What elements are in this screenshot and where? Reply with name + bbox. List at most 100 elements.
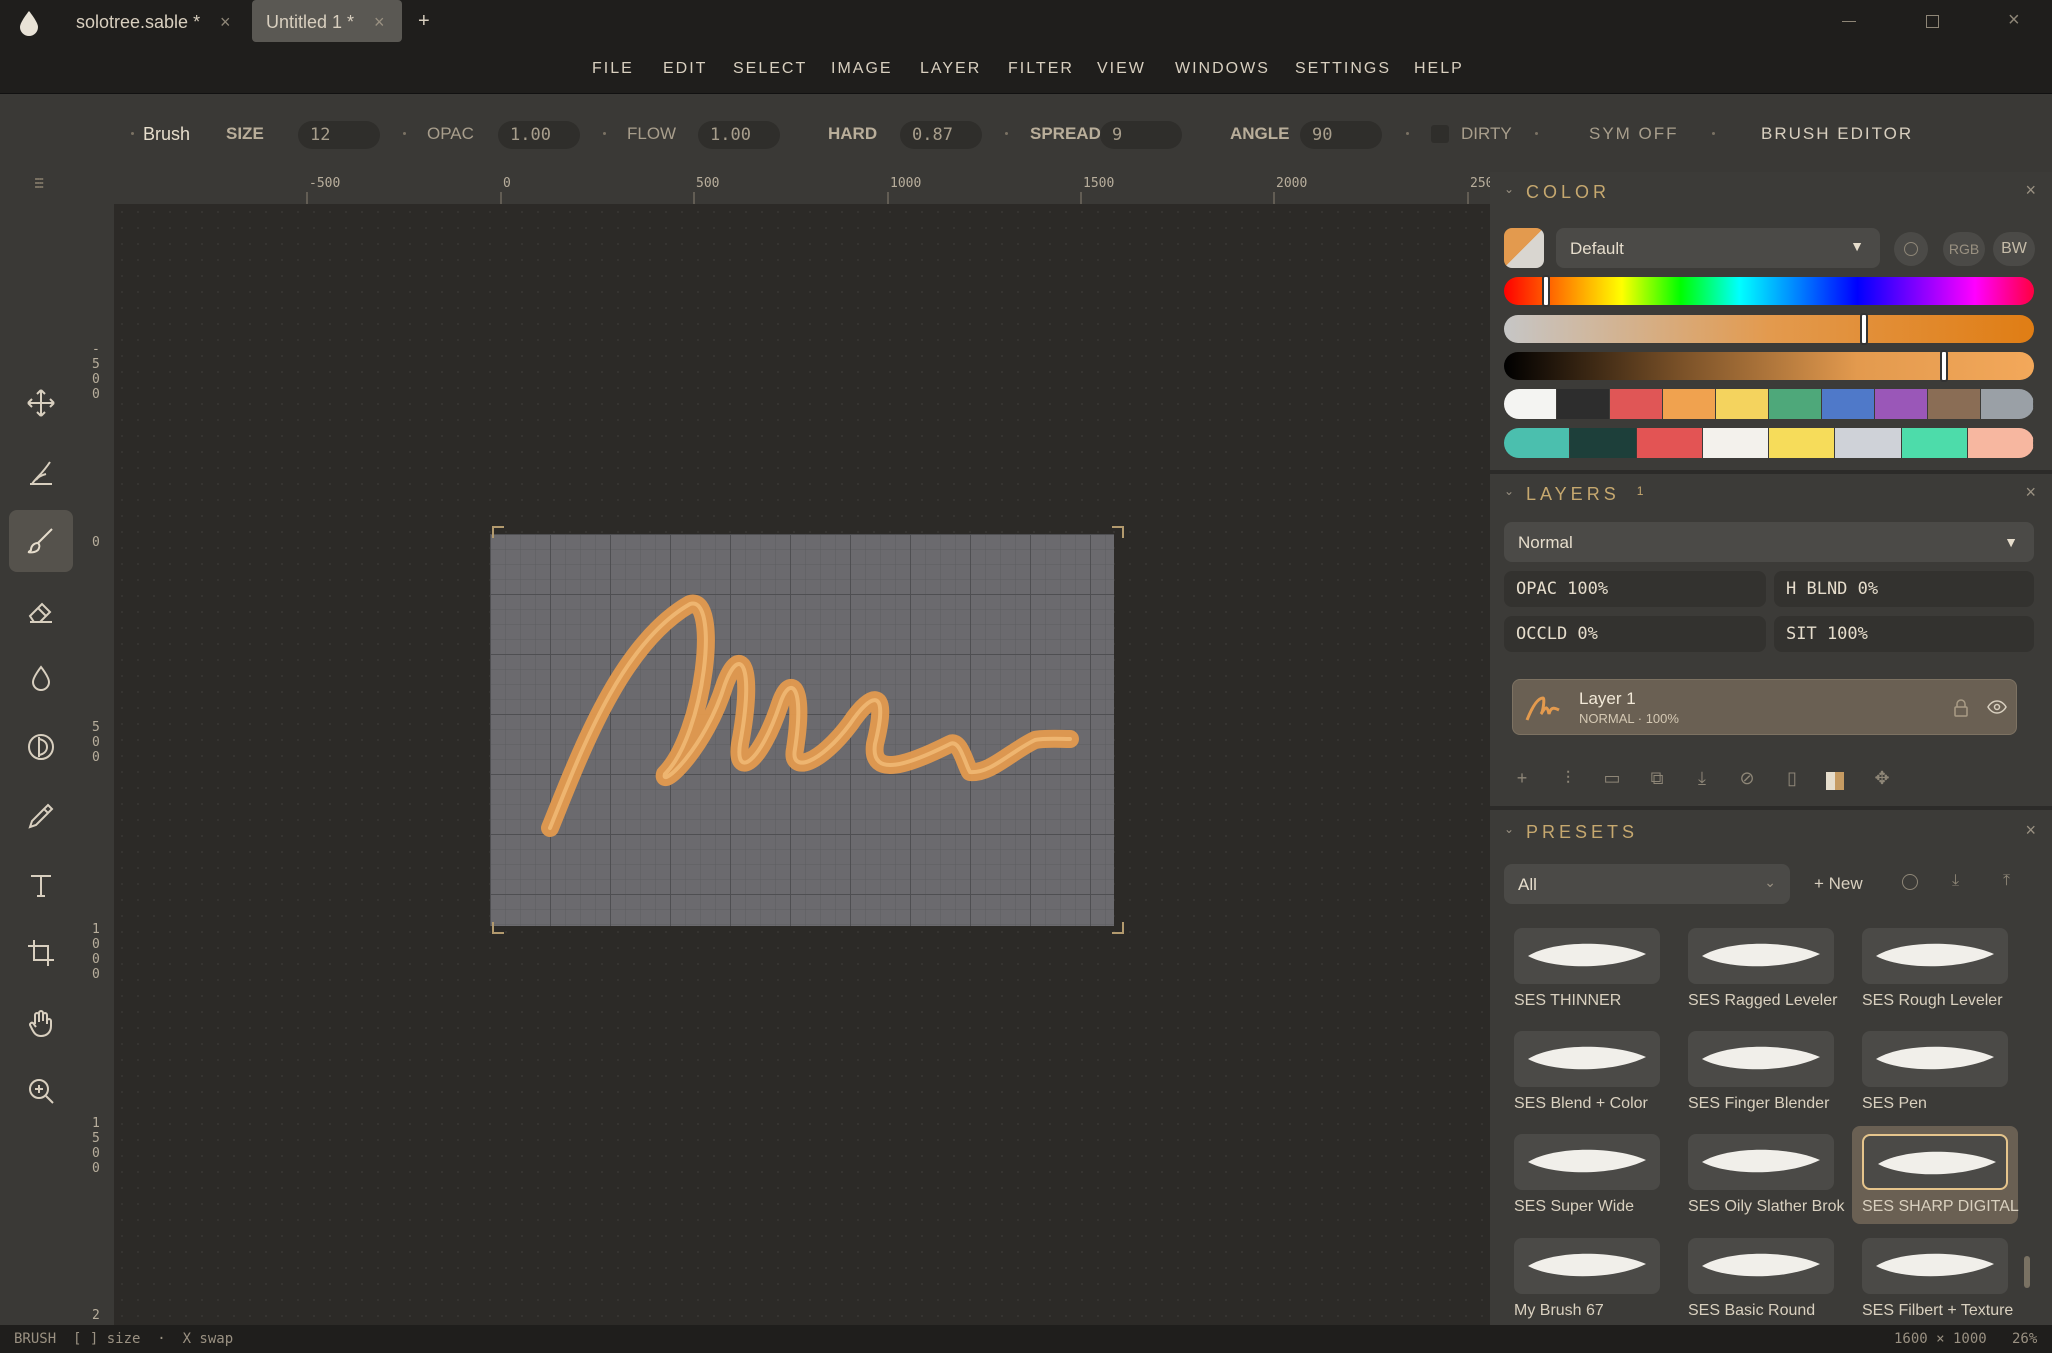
saturation-slider[interactable] bbox=[1504, 313, 2034, 345]
preset-item[interactable]: My Brush 67 bbox=[1514, 1238, 1674, 1338]
value-slider[interactable] bbox=[1504, 350, 2034, 382]
lock-icon[interactable] bbox=[1953, 699, 1969, 717]
clear-icon[interactable]: ⊘ bbox=[1735, 768, 1759, 792]
preset-item[interactable]: SES Finger Blender bbox=[1688, 1031, 1848, 1131]
rgb-mode-button[interactable]: RGB bbox=[1943, 232, 1985, 266]
scrollbar[interactable] bbox=[2024, 1256, 2030, 1288]
presets-panel-header[interactable]: ⌄ PRESETS × bbox=[1490, 812, 2052, 852]
angle-input[interactable]: 90 bbox=[1300, 121, 1382, 149]
alpha-lock-icon[interactable] bbox=[1826, 772, 1844, 790]
slider-handle[interactable] bbox=[1542, 275, 1551, 307]
close-icon[interactable]: × bbox=[374, 12, 385, 33]
color-panel-header[interactable]: ⌄ COLOR × bbox=[1490, 172, 2052, 212]
preset-item[interactable]: SES Rough Leveler bbox=[1862, 928, 2022, 1028]
new-preset-button[interactable]: + New bbox=[1814, 874, 1863, 894]
hue-slider[interactable] bbox=[1504, 275, 2034, 307]
blend-mode-select[interactable]: Normal ▼ bbox=[1504, 522, 2034, 562]
tool-move[interactable] bbox=[9, 372, 73, 434]
menu-edit[interactable]: EDIT bbox=[663, 60, 707, 78]
tool-fill[interactable] bbox=[9, 648, 73, 710]
menu-select[interactable]: SELECT bbox=[733, 60, 807, 78]
color-swatch[interactable] bbox=[1504, 428, 1571, 458]
close-icon[interactable]: × bbox=[220, 12, 231, 33]
color-swatch[interactable] bbox=[1557, 389, 1610, 419]
color-swatch[interactable] bbox=[1928, 389, 1981, 419]
layer-row[interactable]: Layer 1 NORMAL · 100% bbox=[1512, 679, 2017, 735]
preset-item[interactable]: SES Pen bbox=[1862, 1031, 2022, 1131]
color-swatch[interactable] bbox=[1901, 428, 1968, 458]
search-icon[interactable] bbox=[1902, 874, 1918, 890]
tool-smudge[interactable] bbox=[9, 442, 73, 504]
color-swatch[interactable] bbox=[1875, 389, 1928, 419]
tool-eraser[interactable] bbox=[9, 580, 73, 642]
color-swatch[interactable] bbox=[1702, 428, 1769, 458]
color-wheel-button[interactable] bbox=[1894, 232, 1928, 266]
color-swatch[interactable] bbox=[1504, 389, 1557, 419]
layer-opacity-field[interactable]: OPAC 100% bbox=[1504, 571, 1766, 607]
primary-color-swatch[interactable] bbox=[1504, 228, 1544, 268]
preset-item[interactable]: SES Basic Round bbox=[1688, 1238, 1848, 1338]
tool-text[interactable] bbox=[9, 854, 73, 916]
trash-icon[interactable]: ▯ bbox=[1780, 768, 1804, 792]
preset-item[interactable]: SES SHARP DIGITAL bbox=[1852, 1126, 2022, 1234]
menu-settings[interactable]: SETTINGS bbox=[1295, 60, 1391, 78]
color-swatch[interactable] bbox=[1769, 428, 1836, 458]
tool-dodge[interactable] bbox=[9, 716, 73, 778]
palette-select[interactable]: Default ▼ bbox=[1556, 228, 1880, 268]
dirty-checkbox[interactable] bbox=[1431, 125, 1449, 143]
slider-handle[interactable] bbox=[1939, 350, 1948, 382]
menu-windows[interactable]: WINDOWS bbox=[1175, 60, 1270, 78]
flow-input[interactable]: 1.00 bbox=[698, 121, 780, 149]
color-swatch[interactable] bbox=[1822, 389, 1875, 419]
menu-layer[interactable]: LAYER bbox=[920, 60, 981, 78]
canvas-viewport[interactable] bbox=[114, 204, 1490, 1325]
adjustments-icon[interactable]: ⫶ bbox=[1556, 768, 1580, 792]
tool-zoom[interactable] bbox=[9, 1060, 73, 1122]
menu-image[interactable]: IMAGE bbox=[831, 60, 893, 78]
move-layer-icon[interactable]: ✥ bbox=[1870, 768, 1894, 792]
opac-input[interactable]: 1.00 bbox=[498, 121, 580, 149]
close-icon[interactable]: × bbox=[2025, 482, 2040, 503]
tool-hand[interactable] bbox=[9, 992, 73, 1054]
color-swatch[interactable] bbox=[1716, 389, 1769, 419]
hard-input[interactable]: 0.87 bbox=[900, 121, 982, 149]
document-canvas[interactable] bbox=[490, 534, 1114, 926]
color-swatch[interactable] bbox=[1663, 389, 1716, 419]
brush-editor-button[interactable]: BRUSH EDITOR bbox=[1761, 124, 1913, 144]
preset-item[interactable]: SES Filbert + Texture bbox=[1862, 1238, 2022, 1338]
tab-solotree[interactable]: solotree.sable * × bbox=[62, 0, 242, 42]
preset-item[interactable]: SES Super Wide bbox=[1514, 1134, 1674, 1234]
window-close-icon[interactable]: × bbox=[2008, 9, 2020, 32]
add-layer-icon[interactable]: + bbox=[1510, 768, 1534, 792]
minimize-icon[interactable] bbox=[1842, 21, 1856, 22]
color-swatch[interactable] bbox=[1570, 428, 1637, 458]
color-swatch[interactable] bbox=[1981, 389, 2034, 419]
color-swatch[interactable] bbox=[1610, 389, 1663, 419]
color-swatch[interactable] bbox=[1967, 428, 2034, 458]
color-swatch[interactable] bbox=[1636, 428, 1703, 458]
maximize-icon[interactable] bbox=[1926, 15, 1939, 28]
eye-icon[interactable] bbox=[1987, 700, 2007, 714]
slider-handle[interactable] bbox=[1860, 313, 1869, 345]
bw-mode-button[interactable]: BW bbox=[1993, 232, 2035, 266]
menu-help[interactable]: HELP bbox=[1414, 60, 1464, 78]
size-input[interactable]: 12 bbox=[298, 121, 380, 149]
preset-item[interactable]: SES Ragged Leveler bbox=[1688, 928, 1848, 1028]
color-swatch[interactable] bbox=[1769, 389, 1822, 419]
tool-brush[interactable] bbox=[9, 510, 73, 572]
layer-occlude-field[interactable]: OCCLD 0% bbox=[1504, 616, 1766, 652]
menu-view[interactable]: VIEW bbox=[1097, 60, 1146, 78]
color-swatch[interactable] bbox=[1835, 428, 1902, 458]
layers-panel-header[interactable]: ⌄ LAYERS 1 × bbox=[1490, 474, 2052, 514]
close-icon[interactable]: × bbox=[2025, 820, 2040, 841]
spread-input[interactable]: 9 bbox=[1100, 121, 1182, 149]
preset-filter-select[interactable]: All ⌄ bbox=[1504, 864, 1790, 904]
tool-eyedropper[interactable] bbox=[9, 785, 73, 847]
close-icon[interactable]: × bbox=[2025, 180, 2040, 201]
layer-sit-field[interactable]: SIT 100% bbox=[1774, 616, 2034, 652]
tool-crop[interactable] bbox=[9, 922, 73, 984]
import-icon[interactable]: ⤓ bbox=[1952, 872, 1959, 890]
duplicate-icon[interactable]: ⧉ bbox=[1645, 768, 1669, 792]
menu-filter[interactable]: FILTER bbox=[1008, 60, 1074, 78]
symmetry-toggle[interactable]: SYM OFF bbox=[1589, 124, 1679, 144]
